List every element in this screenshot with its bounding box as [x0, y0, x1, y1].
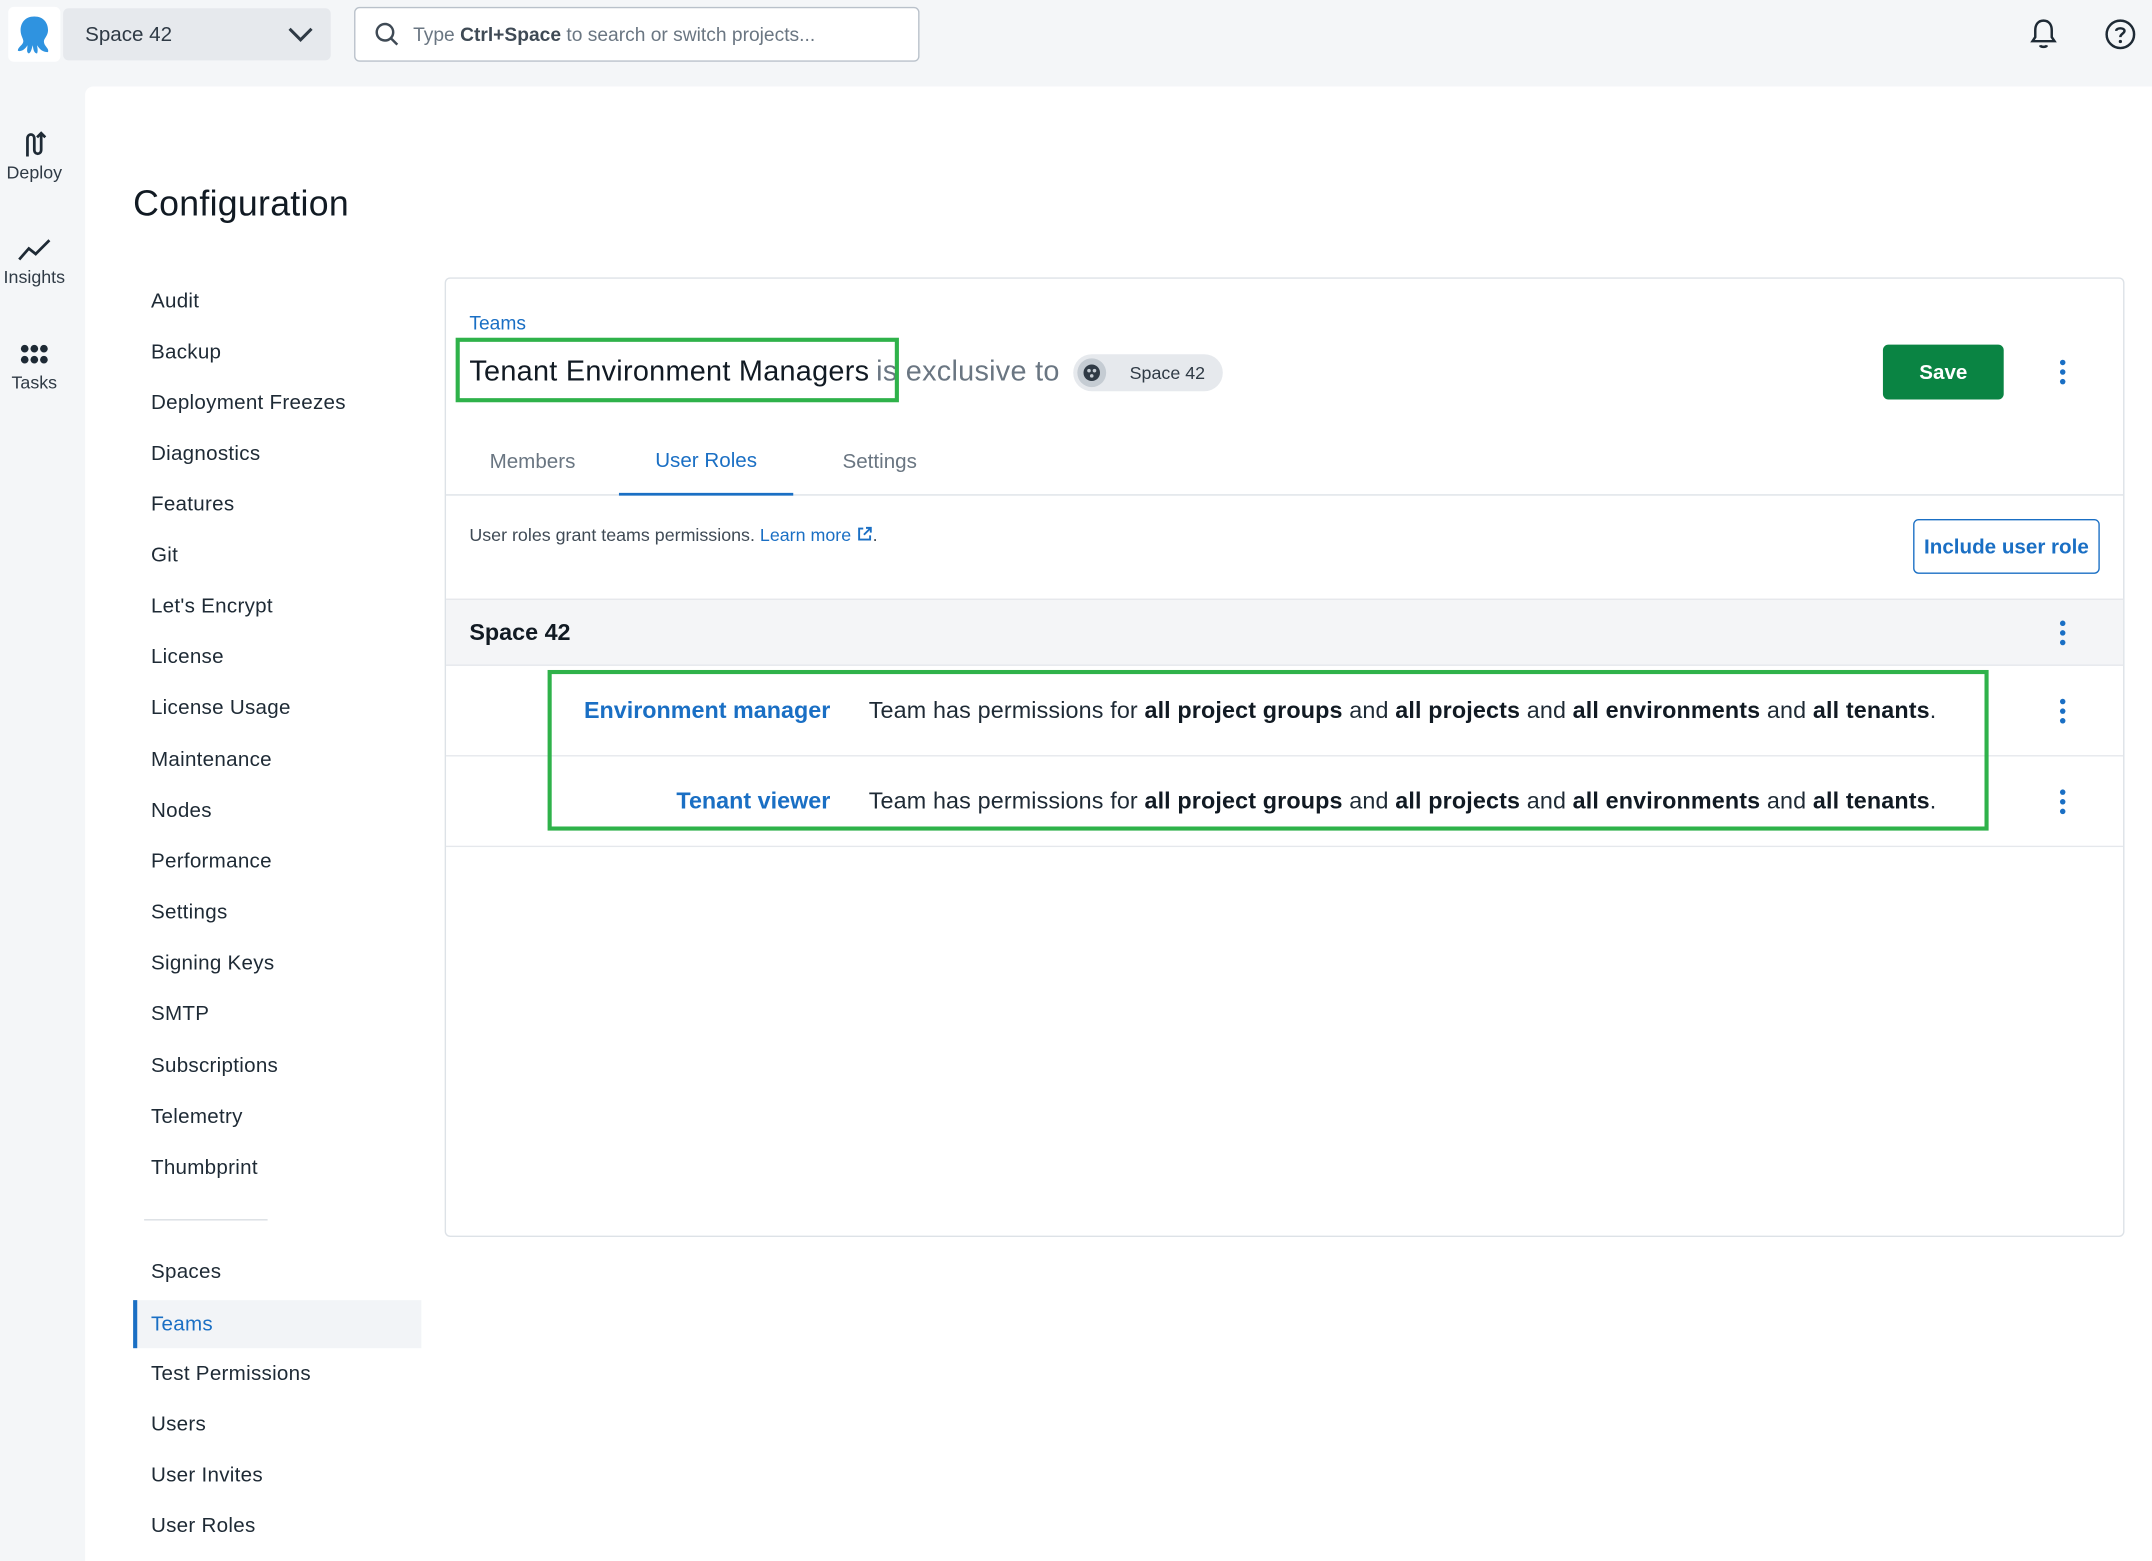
learn-more-label: Learn more [759, 524, 852, 546]
nav-item-git[interactable]: Git [133, 531, 421, 579]
space-chip-label: Space 42 [1129, 361, 1206, 383]
hint-text: User roles grant teams permissions. [469, 524, 755, 546]
deploy-icon [26, 131, 47, 157]
main-panel: Configuration Audit Backup Deployment Fr… [85, 86, 2152, 1561]
insights-icon [18, 239, 51, 261]
nav-item-user-invites[interactable]: User Invites [133, 1451, 421, 1499]
breadcrumb[interactable]: Teams [469, 312, 526, 334]
nav-item-signing-keys[interactable]: Signing Keys [133, 939, 421, 987]
nav-item-nodes[interactable]: Nodes [133, 787, 421, 835]
highlight-box-team-name [455, 337, 899, 403]
group-more-options-icon[interactable] [2049, 618, 2076, 648]
nav-item-thumbprint[interactable]: Thumbprint [133, 1144, 421, 1192]
nav-item-features[interactable]: Features [133, 481, 421, 529]
rail-deploy-label: Deploy [6, 162, 63, 183]
octopus-logo-icon[interactable] [8, 6, 61, 62]
top-bar: Space 42 Type Ctrl+Space to search or sw… [0, 0, 2152, 71]
save-button[interactable]: Save [1882, 344, 2004, 400]
page-title: Configuration [133, 182, 349, 224]
nav-item-test-permissions[interactable]: Test Permissions [133, 1350, 421, 1398]
nav-item-smtp[interactable]: SMTP [133, 990, 421, 1038]
rail-insights-label: Insights [3, 266, 66, 287]
include-user-role-button[interactable]: Include user role [1913, 518, 2100, 574]
app-root: Space 42 Type Ctrl+Space to search or sw… [0, 0, 2152, 1561]
nav-item-license[interactable]: License [133, 633, 421, 681]
tab-members[interactable]: Members [446, 427, 619, 496]
tab-user-roles[interactable]: User Roles [618, 427, 794, 496]
team-card: Teams Tenant Environment Managers is exc… [444, 277, 2125, 1237]
exclusive-text: is exclusive to [876, 355, 1060, 388]
search-shortcut: Ctrl+Space [460, 23, 562, 46]
bell-icon[interactable] [2026, 16, 2062, 52]
nav-item-spaces[interactable]: Spaces [133, 1248, 421, 1296]
nav-item-license-usage[interactable]: License Usage [133, 684, 421, 732]
search-placeholder: Type Ctrl+Space to search or switch proj… [413, 23, 815, 45]
search-input[interactable]: Type Ctrl+Space to search or switch proj… [354, 6, 920, 62]
learn-more-link[interactable]: Learn more [760, 524, 873, 545]
row-more-options-icon[interactable] [2049, 696, 2076, 726]
rail-deploy[interactable]: Deploy [0, 129, 69, 183]
nav-item-user-roles[interactable]: User Roles [133, 1502, 421, 1550]
nav-item-performance[interactable]: Performance [133, 837, 421, 885]
row-more-options-icon[interactable] [2049, 787, 2076, 817]
rail-insights[interactable]: Insights [0, 233, 69, 287]
hint-end: . [872, 524, 878, 546]
nav-item-backup[interactable]: Backup [133, 328, 421, 376]
nav-item-lets-encrypt[interactable]: Let's Encrypt [133, 582, 421, 630]
user-roles-hint: User roles grant teams permissions. Lear… [469, 524, 877, 545]
nav-item-users[interactable]: Users [133, 1400, 421, 1448]
search-placeholder-prefix: Type [413, 23, 461, 46]
space-switcher-label: Space 42 [85, 22, 173, 46]
nav-item-telemetry[interactable]: Telemetry [133, 1093, 421, 1141]
tab-bar: Members User Roles Settings [446, 427, 2124, 496]
nav-divider [144, 1219, 268, 1221]
tab-settings[interactable]: Settings [793, 427, 966, 496]
highlight-box-roles [547, 669, 1989, 831]
nav-item-diagnostics[interactable]: Diagnostics [133, 430, 421, 478]
rail-tasks[interactable]: Tasks [0, 339, 69, 393]
nav-item-settings[interactable]: Settings [133, 888, 421, 936]
chevron-down-icon [288, 27, 313, 42]
nav-item-teams[interactable]: Teams [133, 1300, 422, 1349]
search-icon [375, 22, 399, 46]
nav-item-deployment-freezes[interactable]: Deployment Freezes [133, 379, 421, 427]
tasks-icon [20, 344, 48, 364]
space-chip[interactable]: Space 42 [1073, 353, 1223, 391]
rail-tasks-label: Tasks [11, 372, 58, 393]
external-link-icon [857, 526, 872, 541]
nav-item-subscriptions[interactable]: Subscriptions [133, 1042, 421, 1090]
search-placeholder-suffix: to search or switch projects... [561, 23, 816, 46]
nav-item-audit[interactable]: Audit [133, 277, 421, 325]
space-avatar-icon [1077, 357, 1107, 387]
space-group-name: Space 42 [469, 619, 571, 646]
nav-item-maintenance[interactable]: Maintenance [133, 736, 421, 784]
space-group-header: Space 42 [446, 598, 2124, 666]
space-switcher[interactable]: Space 42 [63, 8, 331, 61]
more-options-icon[interactable] [2049, 357, 2076, 387]
help-icon[interactable] [2103, 16, 2139, 52]
